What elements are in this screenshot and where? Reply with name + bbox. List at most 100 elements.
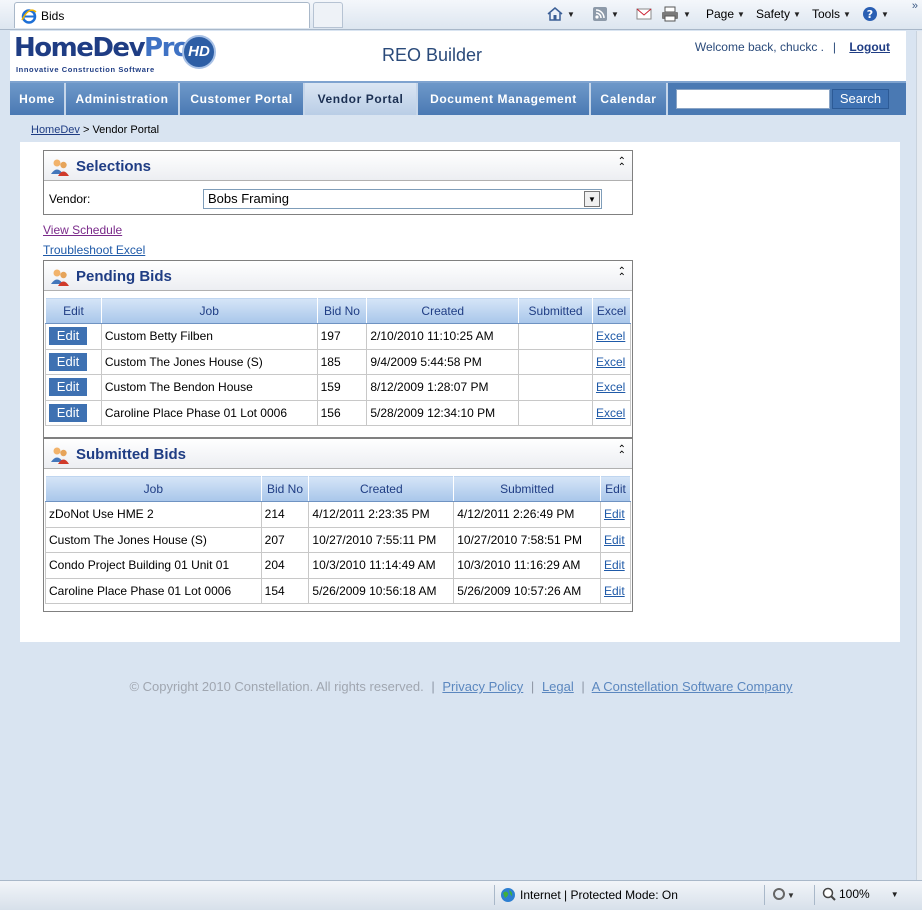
mail-button[interactable] bbox=[636, 4, 652, 24]
selections-panel: Selections ⌃ ⌃ Vendor: Bobs Framing ▼ bbox=[43, 150, 633, 215]
edit-link[interactable]: Edit bbox=[604, 584, 625, 598]
print-button[interactable]: ▼ bbox=[660, 4, 691, 24]
site-header: HomeDevPro HD Innovative Construction So… bbox=[10, 31, 906, 81]
created-cell: 10/3/2010 11:14:49 AM bbox=[308, 552, 455, 579]
safety-menu-label: Safety bbox=[756, 7, 791, 21]
edit-button[interactable]: Edit bbox=[49, 352, 87, 371]
column-header-excel[interactable]: Excel bbox=[591, 297, 632, 324]
zoom-icon bbox=[822, 887, 836, 901]
table-row: Edit Custom The Jones House (S) 185 9/4/… bbox=[45, 348, 632, 375]
column-header-job[interactable]: Job bbox=[100, 297, 318, 324]
edit-button[interactable]: Edit bbox=[49, 378, 87, 397]
edit-link[interactable]: Edit bbox=[604, 507, 625, 521]
job-cell: Custom Betty Filben bbox=[100, 323, 318, 350]
table-row: Custom The Jones House (S) 207 10/27/201… bbox=[45, 526, 631, 553]
security-zone[interactable]: Internet | Protected Mode: On bbox=[500, 887, 678, 903]
submitted-bids-table: Job Bid No Created Submitted Edit zDoNot… bbox=[45, 475, 631, 604]
settings-icon: ▼ bbox=[773, 888, 795, 900]
column-header-edit[interactable]: Edit bbox=[45, 297, 102, 324]
more-commands-icon[interactable]: » bbox=[912, 0, 918, 12]
table-row: Edit Caroline Place Phase 01 Lot 0006 15… bbox=[45, 399, 632, 426]
print-icon bbox=[662, 6, 678, 22]
edit-button[interactable]: Edit bbox=[49, 327, 87, 346]
submitted-bids-header: Submitted Bids ⌃ ⌃ bbox=[44, 439, 632, 469]
column-header-created[interactable]: Created bbox=[308, 475, 455, 502]
collapse-icon[interactable]: ⌃ ⌃ bbox=[618, 445, 626, 461]
created-cell: 2/10/2010 11:10:25 AM bbox=[366, 323, 520, 350]
chevron-down-icon: ▼ bbox=[683, 9, 691, 19]
job-cell: Caroline Place Phase 01 Lot 0006 bbox=[100, 399, 318, 426]
main-nav: Home Administration Customer Portal Vend… bbox=[10, 81, 906, 115]
legal-link[interactable]: Legal bbox=[542, 679, 574, 694]
collapse-icon[interactable]: ⌃ ⌃ bbox=[618, 157, 626, 173]
status-divider bbox=[494, 885, 495, 905]
job-cell: zDoNot Use HME 2 bbox=[45, 501, 262, 528]
edit-button[interactable]: Edit bbox=[49, 403, 87, 422]
column-header-job[interactable]: Job bbox=[45, 475, 262, 502]
home-button[interactable]: ▼ bbox=[546, 4, 575, 24]
submitted-cell bbox=[518, 323, 593, 350]
vertical-scrollbar[interactable] bbox=[916, 31, 922, 880]
table-row: Edit Custom The Bendon House 159 8/12/20… bbox=[45, 374, 632, 401]
help-menu[interactable]: ? ▼ bbox=[862, 4, 889, 24]
chevron-down-icon: ▼ bbox=[737, 9, 745, 19]
column-header-edit[interactable]: Edit bbox=[600, 475, 631, 502]
globe-icon bbox=[501, 888, 515, 902]
tools-menu[interactable]: Tools ▼ bbox=[812, 4, 851, 24]
edit-link[interactable]: Edit bbox=[604, 558, 625, 572]
nav-customer-portal[interactable]: Customer Portal bbox=[180, 83, 305, 115]
chevron-down-icon: ▼ bbox=[881, 9, 889, 19]
troubleshoot-excel-link[interactable]: Troubleshoot Excel bbox=[43, 243, 145, 257]
created-cell: 10/27/2010 7:55:11 PM bbox=[308, 526, 455, 553]
nav-document-management[interactable]: Document Management bbox=[418, 83, 591, 115]
created-cell: 4/12/2011 2:23:35 PM bbox=[308, 501, 455, 528]
browser-toolbar: Bids ▼ ▼ ▼ Page ▼ Safety ▼ Tools ▼ ? ▼ » bbox=[0, 0, 922, 30]
submitted-bids-title: Submitted Bids bbox=[76, 446, 187, 463]
company-link[interactable]: A Constellation Software Company bbox=[592, 679, 793, 694]
nav-calendar[interactable]: Calendar bbox=[591, 83, 668, 115]
submitted-cell: 4/12/2011 2:26:49 PM bbox=[453, 501, 601, 528]
svg-text:▼: ▼ bbox=[787, 891, 795, 900]
table-header-row: Edit Job Bid No Created Submitted Excel bbox=[45, 297, 632, 324]
column-header-bid-no[interactable]: Bid No bbox=[316, 297, 368, 324]
nav-vendor-portal[interactable]: Vendor Portal bbox=[305, 83, 418, 115]
table-row: Caroline Place Phase 01 Lot 0006 154 5/2… bbox=[45, 577, 631, 604]
footer-separator: | bbox=[530, 679, 535, 694]
breadcrumb-home-link[interactable]: HomeDev bbox=[31, 124, 80, 136]
users-icon bbox=[51, 269, 69, 286]
column-header-submitted[interactable]: Submitted bbox=[453, 475, 601, 502]
collapse-icon[interactable]: ⌃ ⌃ bbox=[618, 267, 626, 283]
search-input[interactable] bbox=[676, 89, 830, 109]
chevron-down-icon[interactable]: ▼ bbox=[584, 191, 600, 207]
feeds-button[interactable]: ▼ bbox=[592, 4, 619, 24]
protected-mode-button[interactable]: ▼ bbox=[772, 887, 798, 904]
view-schedule-link[interactable]: View Schedule bbox=[43, 223, 122, 237]
excel-link[interactable]: Excel bbox=[596, 329, 625, 343]
page-menu[interactable]: Page ▼ bbox=[706, 4, 745, 24]
column-header-bid-no[interactable]: Bid No bbox=[260, 475, 310, 502]
nav-home[interactable]: Home bbox=[10, 83, 66, 115]
nav-administration[interactable]: Administration bbox=[66, 83, 180, 115]
new-tab-button[interactable] bbox=[313, 2, 343, 28]
homedevpro-logo[interactable]: HomeDevPro HD Innovative Construction So… bbox=[12, 31, 218, 81]
vendor-select[interactable]: Bobs Framing ▼ bbox=[203, 189, 602, 209]
search-button[interactable]: Search bbox=[832, 89, 889, 109]
safety-menu[interactable]: Safety ▼ bbox=[756, 4, 801, 24]
column-header-submitted[interactable]: Submitted bbox=[518, 297, 593, 324]
excel-link[interactable]: Excel bbox=[596, 406, 625, 420]
excel-link[interactable]: Excel bbox=[596, 355, 625, 369]
mail-icon bbox=[636, 8, 652, 20]
welcome-message: Welcome back, chuckc . bbox=[694, 40, 824, 54]
chevron-down-icon: ▼ bbox=[793, 9, 801, 19]
logout-link[interactable]: Logout bbox=[849, 40, 890, 54]
privacy-policy-link[interactable]: Privacy Policy bbox=[442, 679, 523, 694]
excel-link[interactable]: Excel bbox=[596, 380, 625, 394]
browser-tab[interactable]: Bids bbox=[14, 2, 310, 28]
pending-bids-title: Pending Bids bbox=[76, 268, 172, 285]
edit-link[interactable]: Edit bbox=[604, 533, 625, 547]
column-header-created[interactable]: Created bbox=[366, 297, 520, 324]
chevron-down-icon: ▼ bbox=[567, 9, 575, 19]
chevron-down-icon: ▼ bbox=[611, 9, 619, 19]
tab-title: Bids bbox=[41, 9, 65, 23]
zoom-control[interactable]: 100% ▼ bbox=[822, 887, 899, 901]
